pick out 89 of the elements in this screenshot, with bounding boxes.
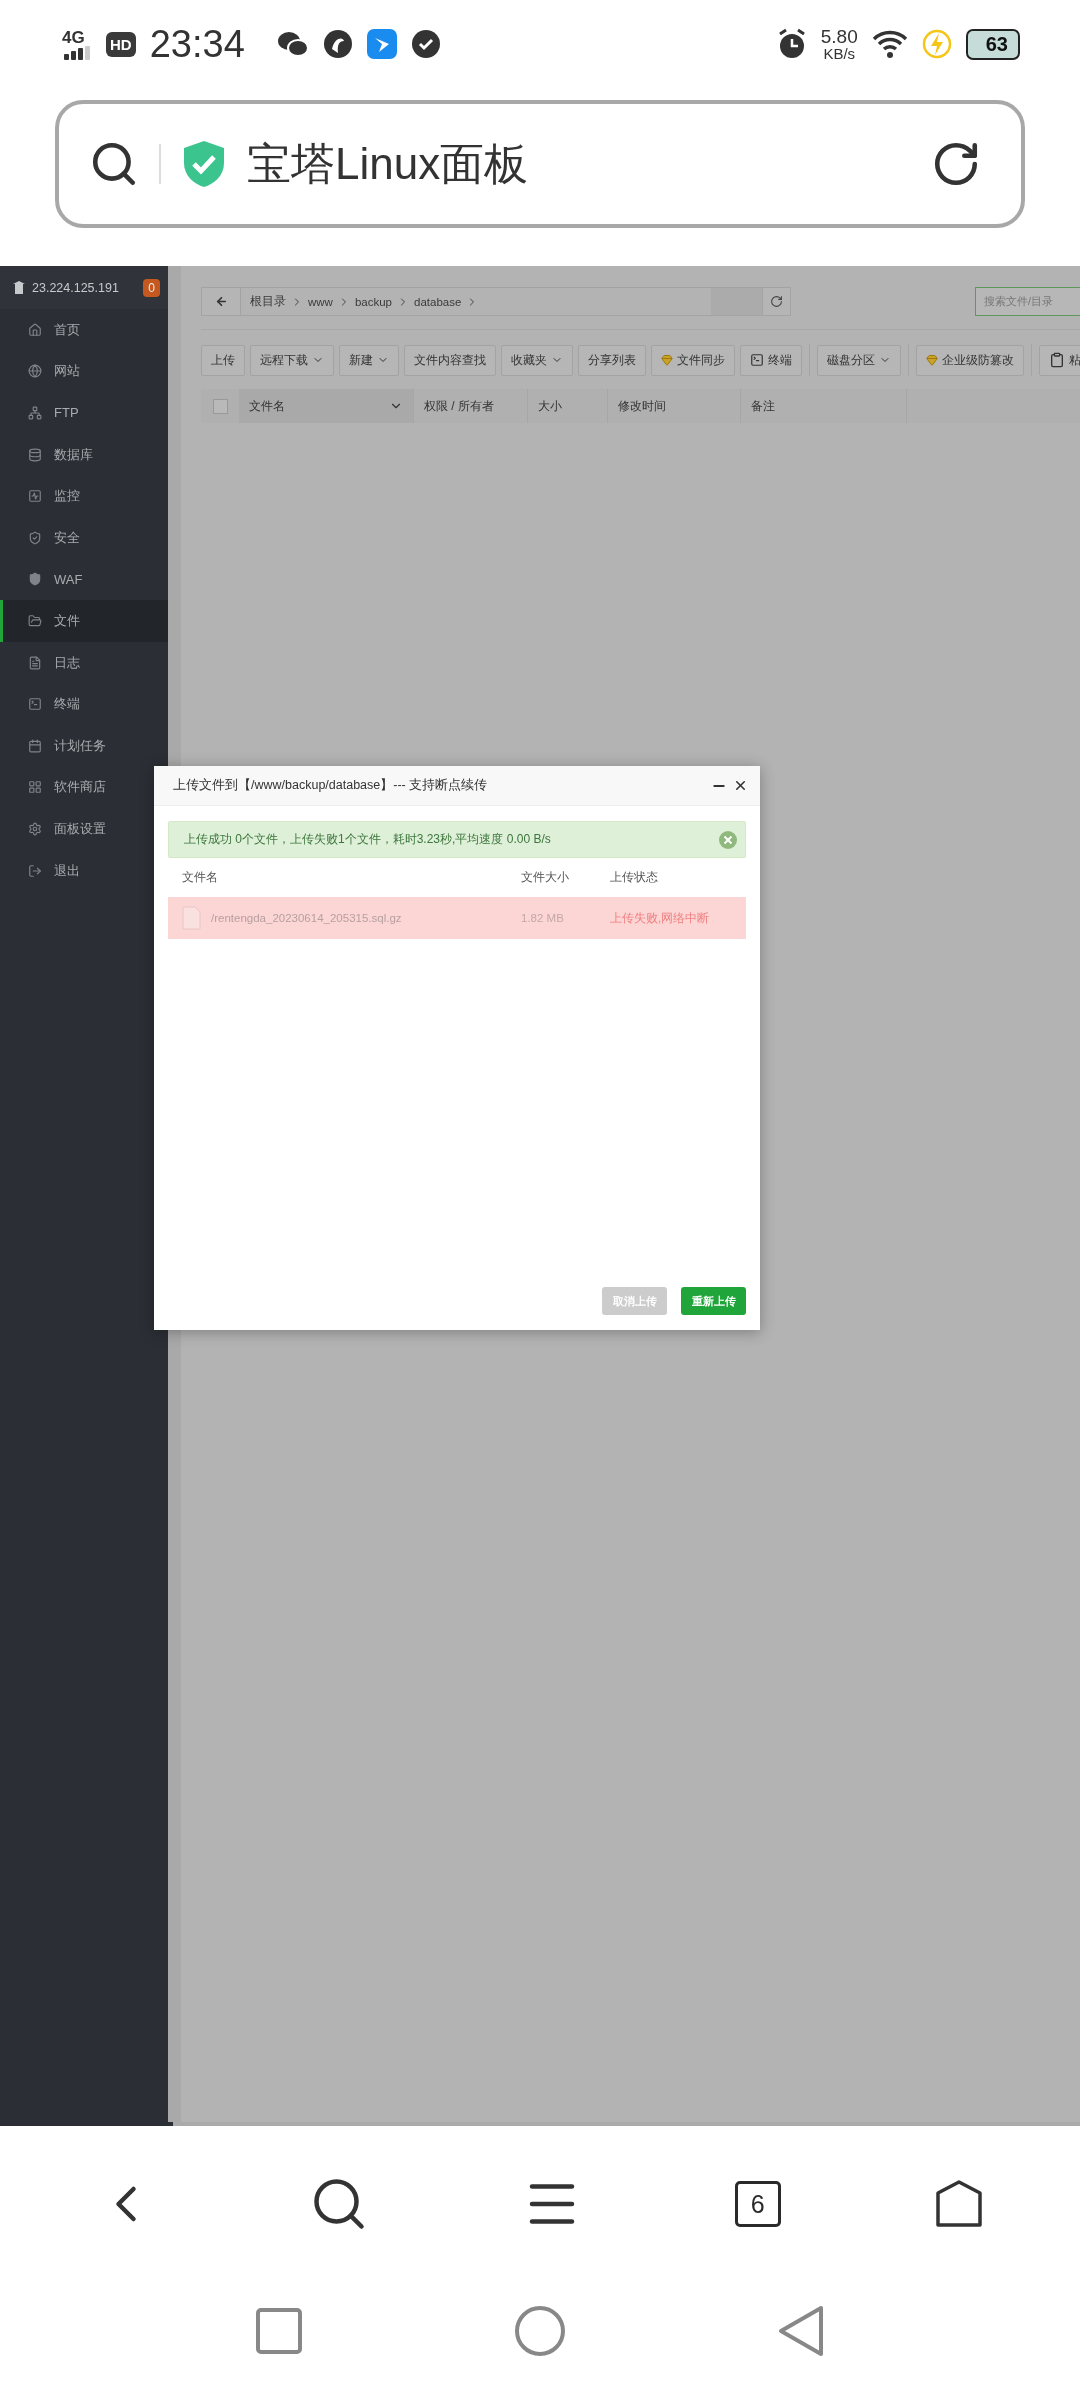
toolbar-button[interactable]: 文件同步 (651, 344, 735, 376)
shield-check-icon (181, 139, 227, 189)
nav-item[interactable]: WAF (0, 558, 168, 601)
column-header: 文件大小 (521, 870, 570, 885)
nav-item[interactable]: 面板设置 (0, 808, 168, 850)
document-icon (28, 655, 42, 670)
close-icon[interactable] (733, 778, 748, 793)
logout-icon (28, 863, 42, 878)
breadcrumb-link[interactable]: database (411, 295, 465, 308)
home-icon (28, 322, 42, 337)
shield-icon (28, 572, 42, 587)
column-header[interactable]: 大小 (528, 389, 608, 423)
toolbar-button[interactable]: 企业级防篡改 (916, 344, 1024, 376)
hd-badge: HD (106, 31, 136, 57)
speed-value: 5.80 (820, 27, 858, 46)
page-title: 宝塔Linux面板 (247, 137, 529, 190)
column-header[interactable]: 权限 / 所有者 (414, 389, 528, 423)
globe-icon (28, 364, 42, 379)
nav-item[interactable]: 安全 (0, 516, 168, 559)
upload-status: 上传失败,网络中断 (610, 910, 711, 926)
gem-icon (926, 354, 938, 366)
file-name: /rentengda_20230614_205315.sql.gz (211, 912, 402, 924)
column-header[interactable]: 文件名 (239, 389, 414, 423)
notification-badge: 0 (143, 278, 160, 297)
column-header[interactable]: 修改时间 (608, 389, 741, 423)
toolbar-button[interactable]: 磁盘分区 (817, 344, 901, 376)
shield-icon (28, 530, 42, 545)
nav-item[interactable]: 计划任务 (0, 724, 168, 767)
battery-level: 63 (965, 28, 1020, 60)
column-header: 上传状态 (610, 870, 659, 885)
clock: 23:34 (149, 22, 245, 66)
address-bar[interactable]: 宝塔Linux面板 (55, 100, 1025, 228)
database-icon (28, 447, 42, 462)
back-icon (214, 295, 228, 308)
folder-icon (28, 613, 42, 628)
file-icon (182, 906, 201, 930)
home-icon[interactable] (933, 2179, 984, 2229)
nav-item[interactable]: FTP (0, 392, 168, 434)
alert-text: 上传成功 0个文件，上传失败1个文件，耗时3.23秒,平均速度 0.00 B/s (184, 831, 552, 848)
terminal-icon (28, 697, 42, 712)
network-icon (28, 406, 42, 420)
recents-icon[interactable] (256, 2308, 302, 2354)
terminal-icon (750, 353, 764, 367)
check-icon (410, 29, 441, 59)
app-icon (366, 29, 397, 59)
toolbar-button[interactable]: 文件内容查找 (404, 344, 496, 376)
checkbox[interactable] (213, 398, 228, 414)
server-ip: 23.224.125.191 (32, 280, 120, 295)
breadcrumb-link[interactable]: www (305, 295, 336, 308)
toolbar-button[interactable]: 远程下载 (250, 344, 334, 376)
nav-item[interactable]: 数据库 (0, 433, 168, 476)
chart-icon (28, 489, 42, 504)
file-size: 1.82 MB (521, 912, 565, 924)
gem-icon (661, 354, 673, 366)
back-button[interactable] (202, 288, 241, 315)
nav-item[interactable]: 软件商店 (0, 766, 168, 809)
settings-icon (28, 821, 42, 836)
nav-item[interactable]: 监控 (0, 475, 168, 517)
pagoda-icon (12, 280, 26, 295)
grid-icon (28, 780, 42, 795)
nav-item[interactable]: 退出 (0, 849, 168, 892)
calendar-icon (28, 738, 42, 753)
breadcrumb-link[interactable]: backup (351, 295, 395, 308)
nav-item[interactable]: 网站 (0, 350, 168, 393)
column-header: 文件名 (182, 870, 219, 885)
dialog-title: 上传文件到【/www/backup/database】--- 支持断点续传 (173, 777, 489, 794)
refresh-button[interactable] (762, 288, 790, 315)
refresh-icon (770, 295, 783, 308)
network-type: 4G (62, 28, 85, 46)
nav-item[interactable]: 文件 (0, 600, 168, 642)
toolbar-button[interactable]: 粘 (1039, 344, 1080, 376)
toolbar-button[interactable]: 上传 (201, 344, 245, 376)
toolbar-button[interactable]: 分享列表 (578, 344, 646, 376)
dialog-button[interactable]: 重新上传 (681, 1287, 746, 1315)
toolbar-button[interactable]: 收藏夹 (501, 344, 573, 376)
signal-icon (62, 45, 92, 60)
toolbar-button[interactable]: 新建 (339, 344, 399, 376)
nav-item[interactable]: 首页 (0, 309, 168, 351)
charging-icon (921, 29, 952, 59)
breadcrumb-link[interactable]: 根目录 (247, 294, 289, 309)
wifi-icon (871, 29, 908, 59)
nav-item[interactable]: 终端 (0, 683, 168, 725)
column-header[interactable]: 备注 (741, 389, 907, 423)
clipboard-icon (1049, 352, 1065, 368)
toolbar-button[interactable]: 终端 (740, 344, 802, 376)
app-icon (322, 29, 353, 59)
tabs-button[interactable]: 6 (734, 2181, 781, 2227)
nav-item[interactable]: 日志 (0, 641, 168, 684)
speed-unit: KB/s (823, 46, 856, 61)
